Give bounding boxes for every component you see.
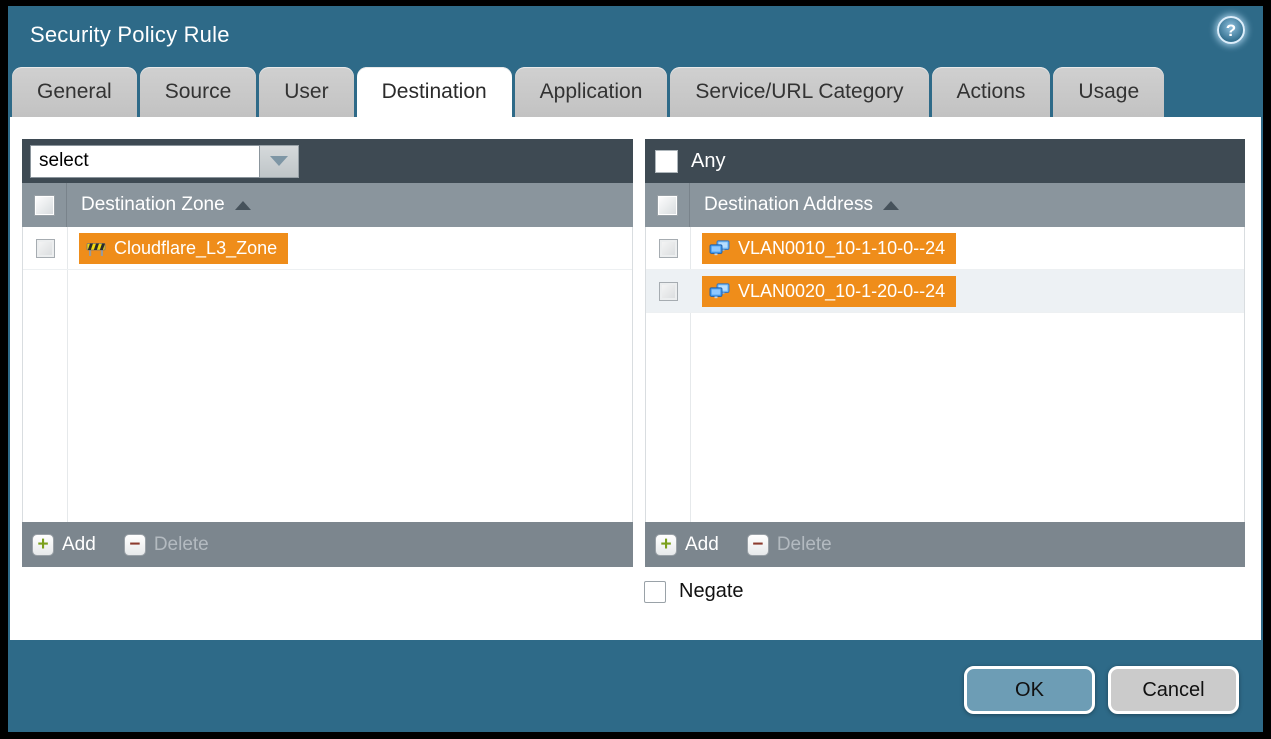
chevron-down-icon — [270, 156, 288, 166]
negate-checkbox[interactable] — [644, 581, 666, 603]
address-row-label: VLAN0010_10-1-10-0--24 — [738, 238, 945, 259]
minus-icon: − — [124, 534, 146, 556]
ok-button[interactable]: OK — [964, 666, 1095, 714]
any-label: Any — [691, 150, 725, 173]
address-row-label: VLAN0020_10-1-20-0--24 — [738, 281, 945, 302]
address-row: VLAN0020_10-1-20-0--24 — [646, 270, 1244, 313]
address-icon — [709, 240, 730, 257]
negate-option: Negate — [644, 580, 744, 603]
help-icon[interactable]: ? — [1217, 16, 1245, 44]
tab-user[interactable]: User — [259, 67, 353, 117]
address-select-all-checkbox[interactable] — [657, 195, 678, 216]
tab-usage[interactable]: Usage — [1053, 67, 1164, 117]
destination-address-panel: Any Destination Address — [645, 139, 1245, 567]
dialog-title: Security Policy Rule — [30, 22, 230, 48]
address-delete-button[interactable]: − Delete — [747, 534, 832, 556]
sort-ascending-icon — [883, 201, 899, 210]
plus-icon: + — [32, 534, 54, 556]
tab-actions[interactable]: Actions — [932, 67, 1051, 117]
sort-ascending-icon — [235, 201, 251, 210]
address-add-button[interactable]: + Add — [655, 534, 719, 556]
zone-add-button[interactable]: + Add — [32, 534, 96, 556]
negate-label: Negate — [679, 580, 744, 603]
destination-zone-panel: select Destination Zone — [22, 139, 633, 567]
zone-row-checkbox[interactable] — [36, 239, 55, 258]
address-rows: VLAN0010_10-1-10-0--24 — [645, 227, 1245, 522]
screen: Security Policy Rule ? General Source Us… — [0, 0, 1271, 739]
destination-tab-content: select Destination Zone — [10, 117, 1261, 640]
security-policy-rule-dialog: Security Policy Rule ? General Source Us… — [8, 6, 1263, 732]
zone-delete-button[interactable]: − Delete — [124, 534, 209, 556]
zone-select-dropdown-button[interactable] — [260, 145, 299, 178]
tab-destination[interactable]: Destination — [357, 67, 512, 117]
address-chip[interactable]: VLAN0010_10-1-10-0--24 — [702, 233, 956, 264]
address-icon — [709, 283, 730, 300]
zone-icon — [86, 240, 106, 257]
zone-row: Cloudflare_L3_Zone — [23, 227, 632, 270]
zone-chip[interactable]: Cloudflare_L3_Zone — [79, 233, 288, 264]
plus-icon: + — [655, 534, 677, 556]
tab-application[interactable]: Application — [515, 67, 668, 117]
address-row-checkbox[interactable] — [659, 282, 678, 301]
minus-icon: − — [747, 534, 769, 556]
address-panel-footer: + Add − Delete — [645, 522, 1245, 567]
address-column-label: Destination Address — [704, 194, 873, 216]
tab-general[interactable]: General — [12, 67, 137, 117]
address-panel-header: Any — [645, 139, 1245, 183]
zone-select-value[interactable]: select — [30, 145, 260, 178]
address-chip[interactable]: VLAN0020_10-1-20-0--24 — [702, 276, 956, 307]
address-row-checkbox[interactable] — [659, 239, 678, 258]
zone-panel-header: select — [22, 139, 633, 183]
any-checkbox[interactable] — [655, 150, 678, 173]
zone-column-label: Destination Zone — [81, 194, 225, 216]
zone-column-header[interactable]: Destination Zone — [22, 183, 633, 227]
tab-bar: General Source User Destination Applicat… — [12, 67, 1164, 117]
zone-rows: Cloudflare_L3_Zone — [22, 227, 633, 522]
tab-source[interactable]: Source — [140, 67, 257, 117]
tab-service-url-category[interactable]: Service/URL Category — [670, 67, 928, 117]
zone-select-all-checkbox[interactable] — [34, 195, 55, 216]
address-column-header[interactable]: Destination Address — [645, 183, 1245, 227]
zone-row-label: Cloudflare_L3_Zone — [114, 238, 277, 259]
zone-panel-footer: + Add − Delete — [22, 522, 633, 567]
zone-select-combo[interactable]: select — [30, 145, 299, 178]
address-row: VLAN0010_10-1-10-0--24 — [646, 227, 1244, 270]
cancel-button[interactable]: Cancel — [1108, 666, 1239, 714]
